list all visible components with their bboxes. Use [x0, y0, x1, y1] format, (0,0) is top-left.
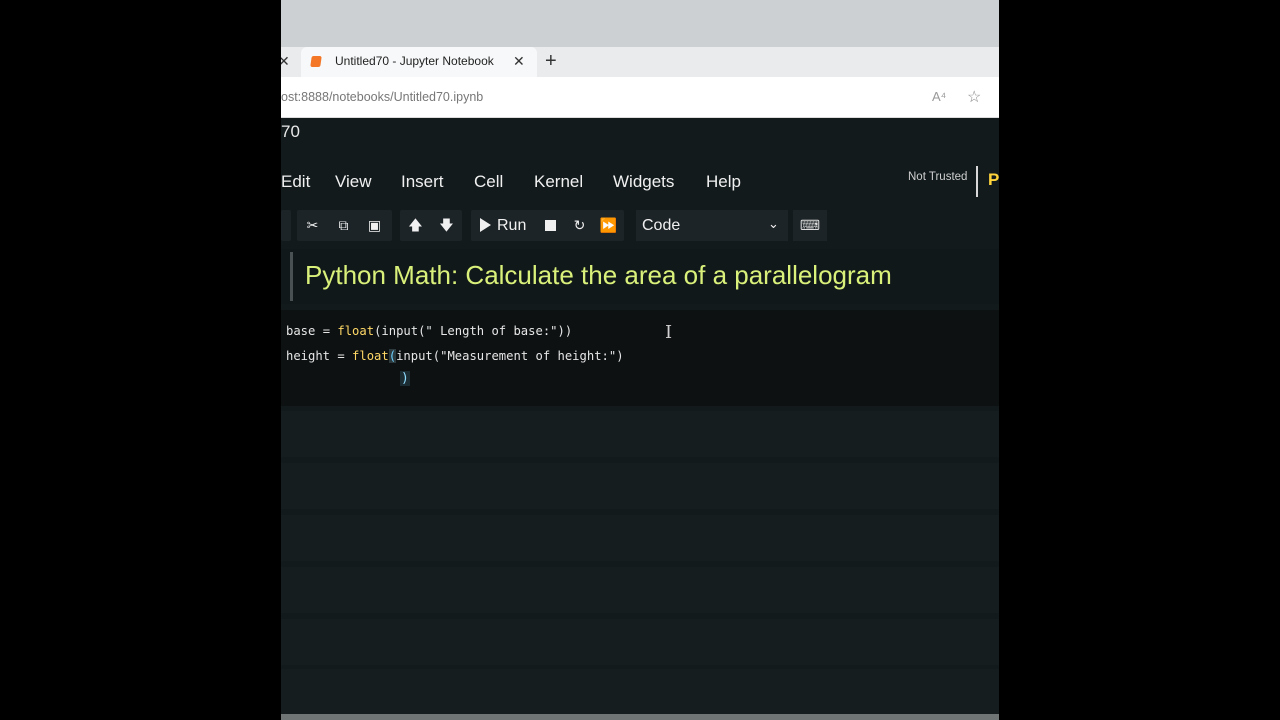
empty-cell[interactable]	[281, 567, 999, 613]
address-bar[interactable]: ost:8888/notebooks/Untitled70.ipynb A⁴ ☆	[281, 77, 999, 118]
tab-title: Untitled70 - Jupyter Notebook	[335, 54, 494, 68]
code-fn: float	[352, 349, 389, 363]
jupyter-favicon-icon	[310, 56, 322, 67]
python-kernel-logo: P	[988, 170, 999, 189]
text-cursor-bracket: )	[400, 371, 410, 386]
fast-forward-icon[interactable]: ⏩	[593, 210, 624, 241]
menu-kernel[interactable]: Kernel	[534, 172, 583, 192]
restart-icon[interactable]: ↻	[564, 210, 595, 241]
code-op: =	[315, 324, 338, 338]
move-down-icon[interactable]: 🡇	[431, 210, 462, 241]
empty-cell[interactable]	[281, 619, 999, 665]
chevron-down-icon: ⌄	[768, 216, 779, 231]
markdown-cell[interactable]: Python Math: Calculate the area of a par…	[281, 249, 999, 304]
play-icon	[480, 218, 491, 232]
code-rest: input("Measurement of height:")	[396, 349, 624, 363]
browser-titlebar	[281, 0, 999, 47]
mouse-ibeam-cursor-icon: I	[665, 322, 673, 343]
menu-view[interactable]: View	[335, 172, 372, 192]
menu-widgets[interactable]: Widgets	[613, 172, 674, 192]
run-button[interactable]: Run	[471, 210, 535, 241]
divider	[976, 166, 978, 197]
horizontal-scrollbar[interactable]	[281, 714, 999, 720]
move-up-icon[interactable]: 🡅	[400, 210, 431, 241]
read-aloud-icon[interactable]: A⁴	[932, 89, 946, 104]
toolbar-group-edit: ✂ ⧉ ▣	[297, 210, 392, 241]
cell-prompt-bar	[290, 252, 293, 301]
empty-cell[interactable]	[281, 411, 999, 457]
matched-bracket: (	[388, 349, 397, 363]
menu-help[interactable]: Help	[706, 172, 741, 192]
code-rest: (input(" Length of base:"))	[374, 324, 573, 338]
interrupt-stop-icon[interactable]	[535, 210, 566, 241]
tab-strip: ✕ Untitled70 - Jupyter Notebook ✕ +	[281, 47, 999, 77]
toolbar-group-run: Run ↻ ⏩	[471, 210, 624, 241]
menu-cell[interactable]: Cell	[474, 172, 503, 192]
toolbar-group-move: 🡅 🡇	[400, 210, 462, 241]
menu-insert[interactable]: Insert	[401, 172, 444, 192]
copy-icon[interactable]: ⧉	[328, 210, 359, 241]
code-var: base	[286, 324, 316, 338]
code-var: height	[286, 349, 331, 363]
markdown-heading: Python Math: Calculate the area of a par…	[305, 260, 892, 290]
paste-icon[interactable]: ▣	[359, 210, 390, 241]
code-fn: float	[337, 324, 375, 338]
notebook-name[interactable]: 70	[281, 122, 300, 142]
close-icon[interactable]: ✕	[281, 53, 290, 70]
toolbar-group-save	[281, 210, 291, 241]
run-label: Run	[497, 217, 527, 234]
url-text[interactable]: ost:8888/notebooks/Untitled70.ipynb	[281, 90, 483, 104]
cell-type-select[interactable]: Code ⌄	[636, 210, 788, 241]
browser-tab[interactable]: Untitled70 - Jupyter Notebook ✕	[301, 47, 537, 77]
cell-type-value: Code	[642, 217, 681, 234]
browser-viewport: ✕ Untitled70 - Jupyter Notebook ✕ + ost:…	[281, 0, 999, 720]
code-line-1: base = float(input(" Length of base:"))	[286, 324, 572, 338]
cut-icon[interactable]: ✂	[297, 210, 328, 241]
keyboard-icon[interactable]: ⌨	[793, 210, 827, 241]
tab-close-icon[interactable]: ✕	[513, 53, 525, 70]
empty-cell[interactable]	[281, 669, 999, 715]
empty-cell[interactable]	[281, 463, 999, 509]
favorite-star-icon[interactable]: ☆	[967, 87, 981, 107]
trust-status-button[interactable]: Not Trusted	[908, 171, 967, 183]
menu-edit[interactable]: Edit	[281, 172, 310, 192]
code-op: =	[330, 349, 353, 363]
new-tab-icon[interactable]: +	[545, 50, 557, 72]
code-line-2: height = float(input("Measurement of hei…	[286, 349, 624, 363]
empty-cell[interactable]	[281, 515, 999, 561]
